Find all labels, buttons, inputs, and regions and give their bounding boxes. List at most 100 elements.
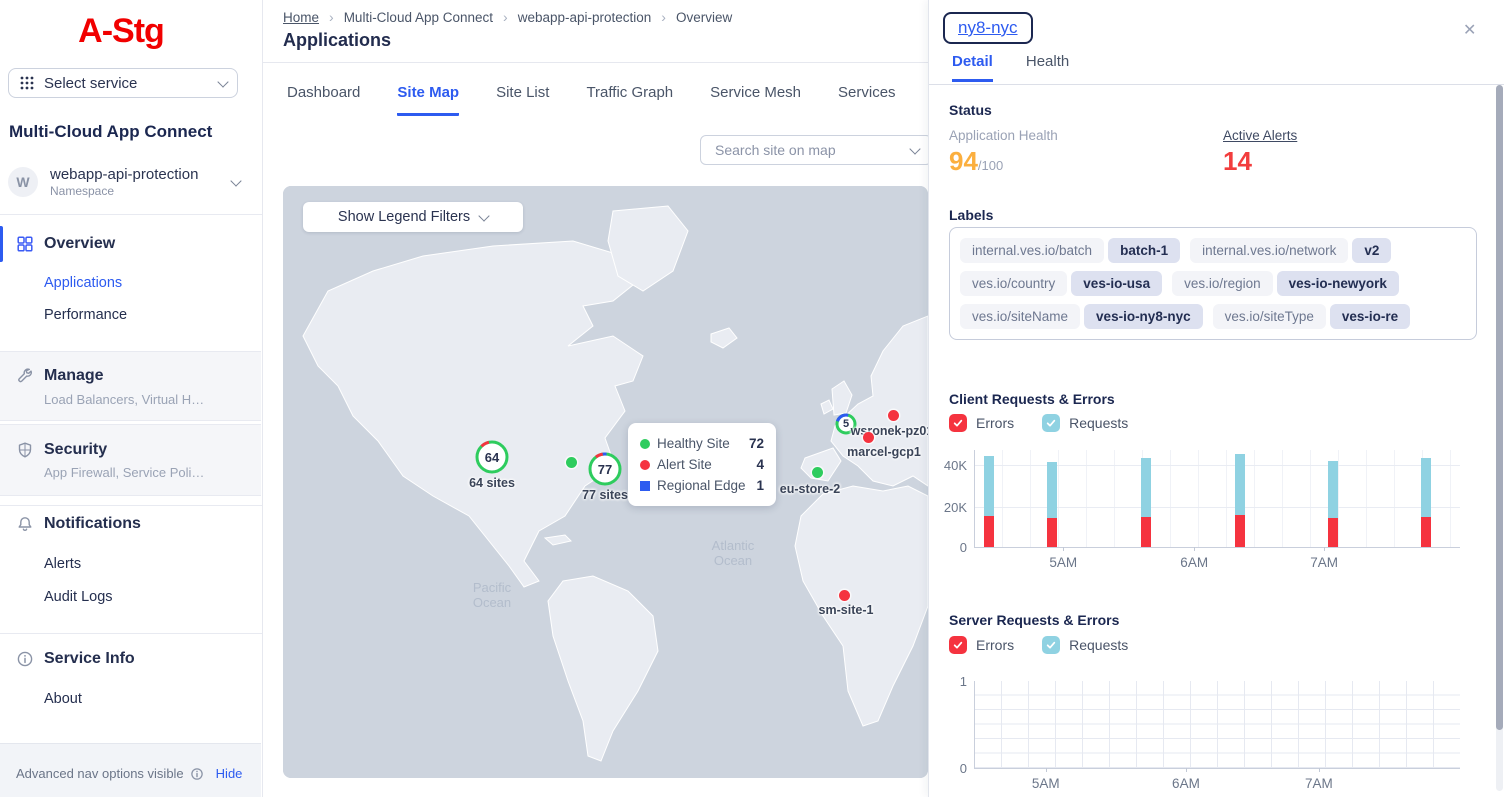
alert-site-marker[interactable] bbox=[863, 432, 874, 443]
breadcrumb-separator: › bbox=[329, 9, 334, 25]
health-score: 94 bbox=[949, 146, 978, 176]
panel-scrollbar[interactable] bbox=[1496, 85, 1503, 791]
site-name-link[interactable]: ny8-nyc bbox=[958, 18, 1018, 37]
label-value-chip: ves-io-newyork bbox=[1277, 271, 1399, 296]
legend-errors-label: Errors bbox=[976, 637, 1014, 653]
site-cluster-marker[interactable]: 64 bbox=[475, 440, 509, 474]
errors-checkbox-item[interactable]: Errors bbox=[949, 636, 1014, 654]
sidebar-item-notifications[interactable]: Notifications bbox=[0, 512, 261, 536]
y-axis-label: 1 bbox=[929, 674, 967, 689]
stacked-bar bbox=[1328, 461, 1338, 547]
breadcrumb-item[interactable]: Overview bbox=[676, 10, 732, 25]
requests-checkbox-icon[interactable] bbox=[1042, 636, 1060, 654]
bell-icon bbox=[16, 515, 34, 533]
sidebar-item-overview[interactable]: Overview bbox=[0, 232, 261, 256]
label-pair: ves.io/country ves-io-usa bbox=[960, 271, 1162, 296]
server-requests-chart bbox=[974, 681, 1460, 769]
sidebar-item-performance[interactable]: Performance bbox=[44, 307, 127, 323]
brand-logo[interactable]: A-Stg bbox=[70, 8, 172, 54]
show-legend-filters-button[interactable]: Show Legend Filters bbox=[303, 202, 523, 232]
tab-dashboard[interactable]: Dashboard bbox=[287, 84, 360, 116]
world-map[interactable]: Show Legend Filters Healthy Site 72 Aler… bbox=[283, 186, 928, 778]
breadcrumb-item[interactable]: webapp-api-protection bbox=[518, 10, 652, 25]
info-icon bbox=[190, 767, 204, 781]
legend-value: 1 bbox=[756, 478, 764, 493]
select-service-dropdown[interactable]: Select service bbox=[8, 68, 238, 98]
requests-checkbox-item[interactable]: Requests bbox=[1042, 414, 1128, 432]
label-key-chip: ves.io/siteType bbox=[1213, 304, 1326, 329]
sidebar-item-label: Overview bbox=[44, 235, 115, 253]
site-name-label: marcel-gcp1 bbox=[847, 445, 921, 459]
sidebar-item-label: Service Info bbox=[44, 650, 135, 668]
hide-nav-link[interactable]: Hide bbox=[216, 766, 243, 781]
breadcrumb-home[interactable]: Home bbox=[283, 10, 319, 25]
breadcrumb-item[interactable]: Multi-Cloud App Connect bbox=[344, 10, 493, 25]
errors-checkbox-icon[interactable] bbox=[949, 636, 967, 654]
sidebar-item-security[interactable]: Security bbox=[0, 438, 261, 462]
site-detail-panel: ny8-nyc ✕ Detail Health Status Applicati… bbox=[928, 0, 1504, 797]
namespace-name: webapp-api-protection bbox=[50, 166, 198, 184]
errors-bar-segment bbox=[1141, 517, 1151, 547]
x-axis-tick bbox=[1046, 768, 1047, 772]
select-service-label: Select service bbox=[44, 75, 210, 92]
requests-checkbox-icon[interactable] bbox=[1042, 414, 1060, 432]
site-cluster-marker[interactable]: 77 bbox=[588, 452, 622, 486]
sidebar-item-label: Security bbox=[44, 441, 107, 459]
tab-detail[interactable]: Detail bbox=[952, 53, 993, 82]
sidebar-item-subtitle: Load Balancers, Virtual H… bbox=[44, 392, 204, 407]
tab-health[interactable]: Health bbox=[1026, 53, 1069, 82]
scrollbar-thumb[interactable] bbox=[1496, 85, 1503, 730]
labels-box: internal.ves.io/batch batch-1 internal.v… bbox=[949, 227, 1477, 340]
healthy-site-marker[interactable] bbox=[566, 457, 577, 468]
breadcrumb: Home › Multi-Cloud App Connect › webapp-… bbox=[283, 9, 732, 25]
alert-site-marker[interactable] bbox=[888, 410, 899, 421]
divider bbox=[0, 505, 262, 506]
legend-row-regional-edge: Regional Edge 1 bbox=[640, 475, 764, 496]
label-row: ves.io/siteName ves-io-ny8-nyc ves.io/si… bbox=[960, 304, 1466, 329]
namespace-type-label: Namespace bbox=[50, 184, 198, 198]
x-axis-tick bbox=[1186, 768, 1187, 772]
apps-grid-icon bbox=[19, 75, 35, 91]
sidebar-item-about[interactable]: About bbox=[44, 691, 82, 707]
wrench-icon bbox=[16, 367, 34, 385]
legend-label: Regional Edge bbox=[657, 478, 746, 493]
cluster-sites-label: 77 sites bbox=[582, 488, 628, 502]
tab-traffic-graph[interactable]: Traffic Graph bbox=[586, 84, 673, 116]
legend-requests-label: Requests bbox=[1069, 637, 1128, 653]
requests-checkbox-item[interactable]: Requests bbox=[1042, 636, 1128, 654]
label-row: ves.io/country ves-io-usa ves.io/region … bbox=[960, 271, 1466, 296]
sidebar-item-alerts[interactable]: Alerts bbox=[44, 556, 81, 572]
close-icon[interactable]: ✕ bbox=[1463, 20, 1476, 40]
healthy-site-marker[interactable] bbox=[812, 467, 823, 478]
errors-checkbox-item[interactable]: Errors bbox=[949, 414, 1014, 432]
product-title: Multi-Cloud App Connect bbox=[9, 122, 212, 142]
main-content: Home › Multi-Cloud App Connect › webapp-… bbox=[262, 0, 942, 797]
label-pair: ves.io/siteType ves-io-re bbox=[1213, 304, 1411, 329]
label-key-chip: internal.ves.io/batch bbox=[960, 238, 1104, 263]
breadcrumb-separator: › bbox=[503, 9, 508, 25]
legend-value: 4 bbox=[756, 457, 764, 472]
y-axis-label: 0 bbox=[929, 540, 967, 555]
sidebar-item-manage[interactable]: Manage bbox=[0, 364, 261, 388]
errors-checkbox-icon[interactable] bbox=[949, 414, 967, 432]
legend-row-alert: Alert Site 4 bbox=[640, 454, 764, 475]
regional-edge-square-icon bbox=[640, 481, 650, 491]
tab-site-map[interactable]: Site Map bbox=[397, 84, 459, 116]
tab-service-mesh[interactable]: Service Mesh bbox=[710, 84, 801, 116]
advanced-nav-text: Advanced nav options visible bbox=[16, 766, 184, 781]
ocean-label-atlantic: Atlantic Ocean bbox=[712, 538, 755, 568]
alert-site-marker[interactable] bbox=[839, 590, 850, 601]
sidebar-item-subtitle: App Firewall, Service Poli… bbox=[44, 465, 204, 480]
errors-bar-segment bbox=[1235, 515, 1245, 547]
stacked-bar bbox=[1047, 462, 1057, 547]
grid-icon bbox=[16, 235, 34, 253]
sidebar-item-audit-logs[interactable]: Audit Logs bbox=[44, 589, 113, 605]
sidebar-item-service-info[interactable]: Service Info bbox=[0, 647, 261, 671]
active-alerts-link[interactable]: Active Alerts bbox=[1223, 128, 1297, 143]
search-input[interactable] bbox=[713, 141, 911, 159]
tab-site-list[interactable]: Site List bbox=[496, 84, 549, 116]
map-site-search[interactable] bbox=[700, 135, 932, 165]
sidebar-item-applications[interactable]: Applications bbox=[44, 275, 122, 291]
tab-services[interactable]: Services bbox=[838, 84, 896, 116]
namespace-selector[interactable]: W webapp-api-protection Namespace bbox=[8, 163, 254, 201]
